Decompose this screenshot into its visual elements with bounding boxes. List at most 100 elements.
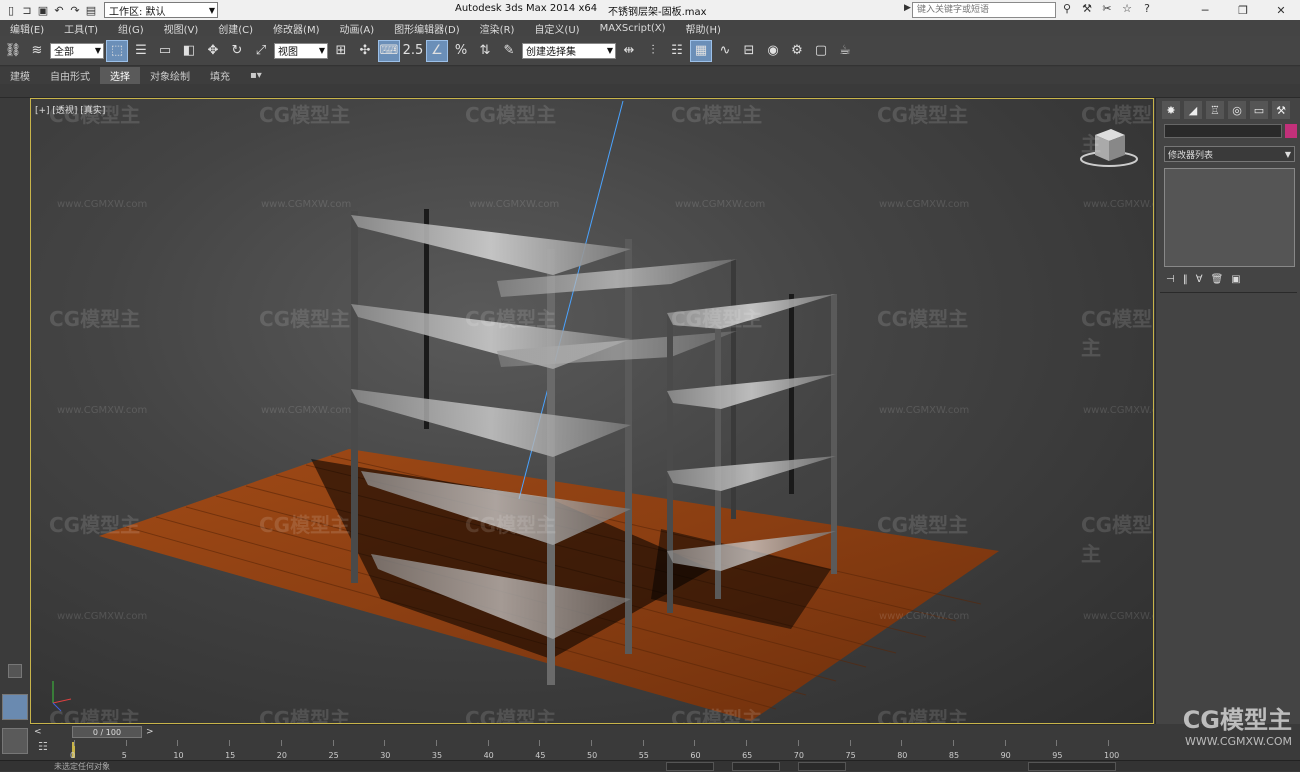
watermark-url: www.CGMXW.com: [1083, 199, 1153, 210]
x-coord-field[interactable]: [666, 762, 714, 771]
link-icon[interactable]: ⛓: [2, 40, 24, 62]
menu-create[interactable]: 创建(C): [208, 21, 263, 36]
rotate-icon[interactable]: ↻: [226, 40, 248, 62]
project-folder-icon[interactable]: ▤: [84, 3, 98, 17]
object-name-field[interactable]: [1164, 124, 1282, 138]
binoculars-icon[interactable]: ⚲: [1060, 2, 1074, 15]
tab-freeform[interactable]: 自由形式: [40, 67, 100, 84]
tab-selection[interactable]: 选择: [100, 67, 140, 84]
edit-named-selection-icon[interactable]: ✎: [498, 40, 520, 62]
y-coord-field[interactable]: [732, 762, 780, 771]
z-coord-field[interactable]: [798, 762, 846, 771]
save-file-icon[interactable]: ▣: [36, 3, 50, 17]
menu-graph-editors[interactable]: 图形编辑器(D): [384, 21, 470, 36]
selection-filter-dropdown[interactable]: 全部 ▼: [50, 42, 104, 59]
timeline-tick-label: 95: [1052, 751, 1063, 760]
ribbon-options-icon[interactable]: ▪▾: [240, 67, 272, 84]
viewport-layout-icon[interactable]: [2, 694, 28, 720]
material-editor-icon[interactable]: ◉: [762, 40, 784, 62]
open-file-icon[interactable]: ⊐: [20, 3, 34, 17]
prev-frame-icon[interactable]: <: [34, 727, 42, 737]
tools-icon[interactable]: ✂: [1100, 2, 1114, 15]
rendered-frame-icon[interactable]: ▢: [810, 40, 832, 62]
make-unique-icon[interactable]: ∀: [1196, 274, 1203, 285]
mirror-icon[interactable]: ⇹: [618, 40, 640, 62]
menu-tools[interactable]: 工具(T): [54, 21, 108, 36]
angle-snap-icon[interactable]: ∠: [426, 39, 448, 62]
select-by-name-icon[interactable]: ☰: [130, 40, 152, 62]
modifier-list-dropdown[interactable]: 修改器列表 ▼: [1164, 146, 1295, 162]
utilities-tab-icon[interactable]: ⚒: [1272, 101, 1290, 119]
create-tab-icon[interactable]: ✸: [1162, 101, 1180, 119]
rect-selection-icon[interactable]: ▭: [154, 40, 176, 62]
perspective-viewport[interactable]: [+] [透视] [真实] CG模型主 CG模型主 CG模型主 CG模型主 CG…: [30, 98, 1154, 724]
scale-icon[interactable]: ⤢: [250, 40, 272, 62]
modify-tab-icon[interactable]: ◢: [1184, 101, 1202, 119]
tab-object-paint[interactable]: 对象绘制: [140, 67, 200, 84]
track-bar[interactable]: ☷ 0 5 10 15 20 25 30 35 40 45 50 55 60 65 70 75 80 85 90 95…: [30, 738, 1154, 760]
percent-snap-icon[interactable]: %: [450, 40, 472, 62]
modifier-stack[interactable]: [1164, 168, 1295, 267]
new-file-icon[interactable]: ▯: [4, 3, 18, 17]
help-icon[interactable]: ?: [1140, 2, 1154, 15]
workspace-dropdown[interactable]: 工作区: 默认 ▼: [104, 2, 218, 18]
ref-coord-dropdown[interactable]: 视图 ▼: [274, 42, 328, 59]
menu-rendering[interactable]: 渲染(R): [470, 21, 525, 36]
status-bar: 未选定任何对象: [0, 760, 1300, 771]
schematic-view-icon[interactable]: ⊟: [738, 40, 760, 62]
menu-modifiers[interactable]: 修改器(M): [263, 21, 329, 36]
menu-animation[interactable]: 动画(A): [330, 21, 385, 36]
align-icon[interactable]: ⫶: [642, 40, 664, 62]
curve-editor-icon[interactable]: ∿: [714, 40, 736, 62]
window-crossing-icon[interactable]: ◧: [178, 40, 200, 62]
search-caret-icon[interactable]: ▶: [904, 3, 911, 13]
object-color-swatch[interactable]: [1285, 124, 1297, 138]
timeline-tick: [177, 740, 179, 746]
time-slider[interactable]: 0 / 100: [72, 726, 142, 738]
close-icon[interactable]: ✕: [1262, 0, 1300, 20]
snap-toggle-icon[interactable]: 2.5: [402, 40, 424, 62]
subscription-icon[interactable]: ⚒: [1080, 2, 1094, 15]
selection-lock-field[interactable]: [1028, 762, 1116, 771]
minimize-icon[interactable]: ─: [1186, 0, 1224, 20]
remove-modifier-icon[interactable]: 🗑: [1211, 274, 1224, 285]
bind-spacewarp-icon[interactable]: ≋: [26, 40, 48, 62]
move-icon[interactable]: ✥: [202, 40, 224, 62]
pivot-center-icon[interactable]: ⊞: [330, 40, 352, 62]
timeline-tick: [74, 740, 75, 746]
layer-manager-icon[interactable]: ☷: [666, 40, 688, 62]
timeline-tick-label: 65: [742, 751, 753, 760]
spinner-snap-icon[interactable]: ⇅: [474, 40, 496, 62]
next-frame-icon[interactable]: >: [146, 727, 154, 737]
select-manipulate-icon[interactable]: ✣: [354, 40, 376, 62]
named-selection-dropdown[interactable]: 创建选择集 ▼: [522, 42, 616, 59]
show-end-result-icon[interactable]: ‖: [1183, 274, 1188, 285]
mini-curve-editor-icon[interactable]: ☷: [38, 740, 48, 753]
restore-icon[interactable]: ❐: [1224, 0, 1262, 20]
render-setup-icon[interactable]: ⚙: [786, 40, 808, 62]
search-input[interactable]: [912, 2, 1056, 18]
select-object-icon[interactable]: ⬚: [106, 39, 128, 62]
redo-icon[interactable]: ↷: [68, 3, 82, 17]
keyboard-shortcut-icon[interactable]: ⌨: [378, 39, 400, 62]
tab-populate[interactable]: 填充: [200, 67, 240, 84]
menu-edit[interactable]: 编辑(E): [0, 21, 54, 36]
ribbon-toggle-icon[interactable]: ▦: [690, 39, 712, 62]
favorite-star-icon[interactable]: ☆: [1120, 2, 1134, 15]
play-icon[interactable]: [8, 664, 22, 678]
menu-group[interactable]: 组(G): [108, 21, 154, 36]
render-teapot-icon[interactable]: ☕: [834, 40, 856, 62]
time-slider-bar[interactable]: < 0 / 100 >: [30, 724, 1154, 738]
hierarchy-tab-icon[interactable]: ♖: [1206, 101, 1224, 119]
tab-modeling[interactable]: 建模: [0, 67, 40, 84]
configure-sets-icon[interactable]: ▣: [1231, 274, 1240, 285]
menu-help[interactable]: 帮助(H): [676, 21, 731, 36]
viewport-layout-alt-icon[interactable]: [2, 728, 28, 754]
menu-customize[interactable]: 自定义(U): [524, 21, 589, 36]
pin-stack-icon[interactable]: ⊣: [1166, 274, 1175, 285]
menu-views[interactable]: 视图(V): [154, 21, 209, 36]
display-tab-icon[interactable]: ▭: [1250, 101, 1268, 119]
motion-tab-icon[interactable]: ◎: [1228, 101, 1246, 119]
menu-maxscript[interactable]: MAXScript(X): [590, 23, 676, 34]
undo-icon[interactable]: ↶: [52, 3, 66, 17]
